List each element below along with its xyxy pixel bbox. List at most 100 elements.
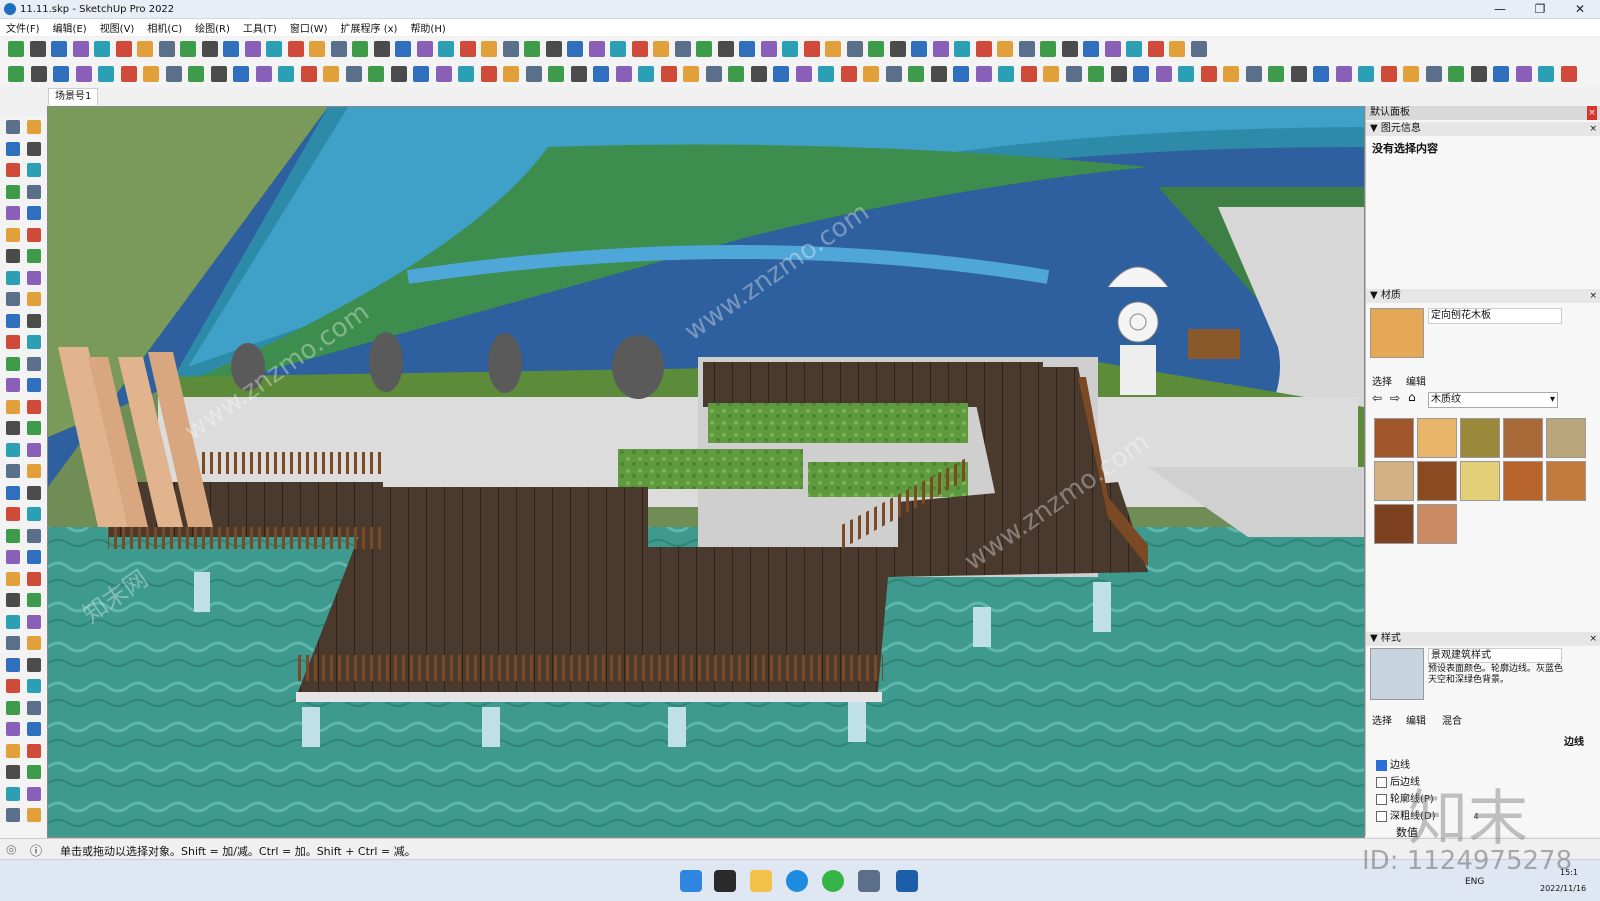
toolbar-tool-icon[interactable] (717, 41, 734, 57)
toolbar-tool-icon[interactable] (997, 41, 1013, 57)
palette-tool-icon[interactable] (27, 184, 41, 199)
toolbar-tool-icon[interactable] (481, 41, 497, 57)
toolbar-tool-icon[interactable] (120, 66, 137, 82)
menu-draw[interactable]: 绘图(R) (195, 20, 230, 35)
material-library-select[interactable]: 木质纹 ▾ (1428, 392, 1558, 408)
menu-edit[interactable]: 编辑(E) (53, 20, 87, 35)
toolbar-tool-icon[interactable] (1043, 66, 1059, 82)
toolbar-tool-icon[interactable] (416, 41, 433, 57)
palette-tool-icon[interactable] (27, 335, 41, 349)
toolbar-tool-icon[interactable] (1110, 66, 1127, 82)
toolbar-tool-icon[interactable] (201, 41, 218, 57)
material-swatch[interactable] (1417, 418, 1457, 458)
palette-tool-icon[interactable] (6, 184, 20, 199)
toolbar-tool-icon[interactable] (438, 41, 454, 57)
material-swatch[interactable] (1503, 461, 1543, 501)
toolbar-tool-icon[interactable] (1268, 66, 1284, 82)
toolbar-tool-icon[interactable] (840, 66, 857, 82)
material-preview[interactable] (1370, 308, 1424, 358)
toolbar-tool-icon[interactable] (885, 66, 902, 82)
toolbar-tool-icon[interactable] (868, 41, 884, 57)
palette-tool-icon[interactable] (6, 765, 20, 779)
toolbar-tool-icon[interactable] (1560, 66, 1577, 82)
entity-info-close-icon[interactable]: × (1589, 122, 1597, 136)
toolbar-tool-icon[interactable] (610, 41, 626, 57)
home-icon[interactable]: ⌂ (1408, 390, 1416, 404)
toolbar-tool-icon[interactable] (158, 41, 175, 57)
palette-tool-icon[interactable] (27, 571, 41, 586)
toolbar-tool-icon[interactable] (1147, 41, 1164, 57)
toolbar-tool-icon[interactable] (631, 41, 648, 57)
palette-tool-icon[interactable] (6, 550, 20, 564)
palette-tool-icon[interactable] (27, 765, 41, 779)
toolbar-tool-icon[interactable] (323, 66, 339, 82)
palette-tool-icon[interactable] (6, 249, 20, 263)
file-explorer-icon[interactable] (750, 870, 772, 892)
palette-tool-icon[interactable] (27, 679, 41, 693)
toolbar-tool-icon[interactable] (953, 66, 969, 82)
toolbar-tool-icon[interactable] (1200, 66, 1217, 82)
toolbar-tool-icon[interactable] (8, 41, 24, 57)
palette-tool-icon[interactable] (6, 421, 20, 435)
toolbar-tool-icon[interactable] (1020, 66, 1037, 82)
toolbar-tool-icon[interactable] (51, 41, 67, 57)
toolbar-tool-icon[interactable] (570, 66, 587, 82)
info-icon[interactable]: ⓘ (30, 842, 42, 859)
toolbar-tool-icon[interactable] (1126, 41, 1142, 57)
tray-close-icon[interactable]: × (1587, 106, 1597, 120)
toolbar-tool-icon[interactable] (287, 41, 304, 57)
material-swatch[interactable] (1417, 504, 1457, 544)
palette-tool-icon[interactable] (27, 636, 41, 650)
material-swatch[interactable] (1417, 461, 1457, 501)
toolbar-tool-icon[interactable] (75, 66, 92, 82)
edge-browser-icon[interactable] (786, 870, 808, 892)
toolbar-tool-icon[interactable] (660, 66, 677, 82)
toolbar-tool-icon[interactable] (525, 66, 542, 82)
palette-tool-icon[interactable] (6, 356, 20, 371)
toolbar-tool-icon[interactable] (223, 41, 239, 57)
palette-tool-icon[interactable] (6, 507, 20, 521)
palette-tool-icon[interactable] (27, 808, 41, 822)
palette-tool-icon[interactable] (6, 636, 20, 650)
menu-help[interactable]: 帮助(H) (410, 20, 445, 35)
toolbar-tool-icon[interactable] (1133, 66, 1149, 82)
styles-close-icon[interactable]: × (1589, 632, 1597, 646)
material-swatch[interactable] (1460, 461, 1500, 501)
materials-tab-select[interactable]: 选择 (1372, 373, 1392, 388)
toolbar-tool-icon[interactable] (593, 66, 609, 82)
toolbar-tool-icon[interactable] (818, 66, 834, 82)
toolbar-tool-icon[interactable] (233, 66, 249, 82)
menu-extensions[interactable]: 扩展程序 (x) (341, 20, 398, 35)
toolbar-tool-icon[interactable] (803, 41, 820, 57)
toolbar-tool-icon[interactable] (368, 66, 384, 82)
toolbar-tool-icon[interactable] (975, 41, 992, 57)
toolbar-tool-icon[interactable] (1290, 66, 1307, 82)
style-name-field[interactable]: 景观建筑样式 (1428, 648, 1562, 663)
toolbar-tool-icon[interactable] (975, 66, 992, 82)
toolbar-tool-icon[interactable] (567, 41, 583, 57)
toolbar-tool-icon[interactable] (863, 66, 879, 82)
checkbox[interactable] (1376, 810, 1387, 822)
toolbar-tool-icon[interactable] (1538, 66, 1554, 82)
toolbar-tool-icon[interactable] (998, 66, 1014, 82)
wechat-icon[interactable] (822, 870, 844, 892)
palette-tool-icon[interactable] (27, 485, 41, 500)
palette-tool-icon[interactable] (27, 141, 41, 156)
toolbar-tool-icon[interactable] (180, 41, 196, 57)
material-swatch[interactable] (1546, 461, 1586, 501)
toolbar-tool-icon[interactable] (244, 41, 261, 57)
menu-camera[interactable]: 相机(C) (147, 20, 182, 35)
palette-tool-icon[interactable] (27, 700, 41, 715)
toolbar-tool-icon[interactable] (480, 66, 497, 82)
toolbar-tool-icon[interactable] (188, 66, 204, 82)
entity-info-header[interactable]: ▼ 图元信息 × (1366, 122, 1600, 136)
toolbar-tool-icon[interactable] (1380, 66, 1397, 82)
menu-view[interactable]: 视图(V) (100, 20, 135, 35)
toolbar-tool-icon[interactable] (548, 66, 564, 82)
checkbox[interactable] (1376, 776, 1387, 788)
palette-tool-icon[interactable] (6, 206, 20, 220)
input-language[interactable]: ENG (1465, 877, 1484, 887)
palette-tool-icon[interactable] (27, 464, 41, 478)
toolbar-tool-icon[interactable] (210, 66, 227, 82)
menu-window[interactable]: 窗口(W) (290, 20, 328, 35)
